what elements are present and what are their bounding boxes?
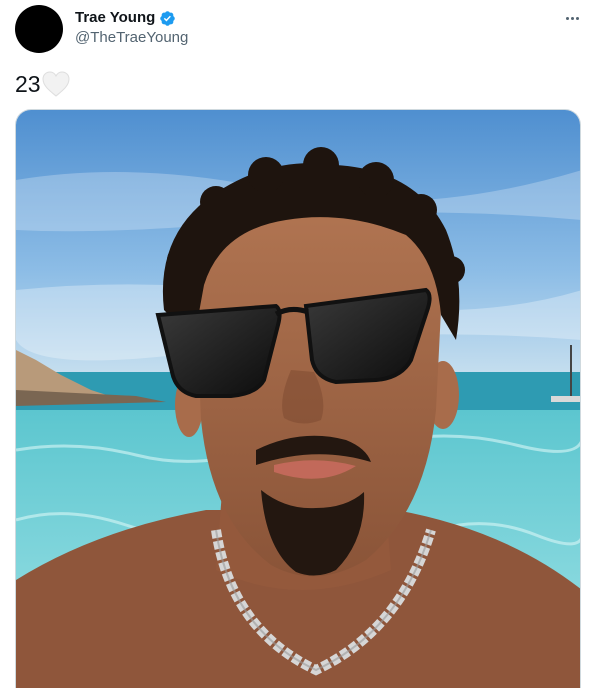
verified-badge-icon (160, 10, 176, 26)
tweet: Trae Young @TheTraeYoung 23 (0, 0, 592, 688)
more-options-icon[interactable] (562, 8, 582, 28)
user-handle[interactable]: @TheTraeYoung (75, 29, 188, 47)
tweet-photo[interactable] (15, 109, 581, 688)
display-name[interactable]: Trae Young (75, 9, 155, 27)
tweet-text-content: 23 (15, 71, 41, 97)
photo-selfie-icon (16, 110, 580, 688)
author-name-row: Trae Young (75, 9, 176, 27)
white-heart-icon (42, 71, 70, 97)
tweet-text: 23 (15, 70, 71, 98)
avatar[interactable] (15, 5, 63, 53)
